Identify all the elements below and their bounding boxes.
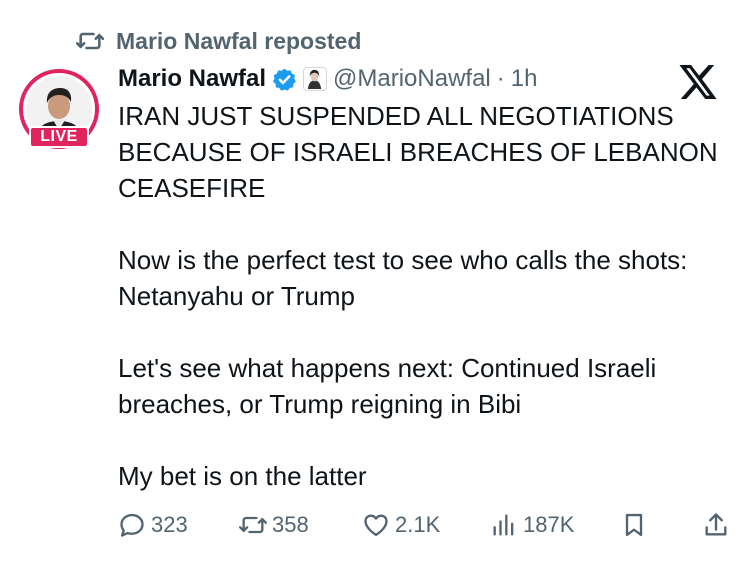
avatar[interactable]: LIVE [19,69,99,149]
share-icon [705,513,727,536]
repost-icon [76,32,104,50]
tweet-header: Mario Nawfal @MarioNawfal · 1h [118,62,537,96]
bookmark-button[interactable] [620,508,648,542]
share-button[interactable] [702,508,730,542]
repost-label: Mario Nawfal reposted [116,27,362,54]
live-badge: LIVE [29,126,89,148]
reply-button[interactable]: 323 [118,508,188,542]
views-count: 187K [523,512,575,537]
like-button[interactable]: 2.1K [362,508,440,542]
views-chart-icon [493,514,514,536]
timestamp[interactable]: 1h [511,65,538,93]
tweet-paragraph: Now is the perfect test to see who calls… [118,245,688,311]
tweet-paragraph: IRAN JUST SUSPENDED ALL NEGOTIATIONS BEC… [118,101,718,203]
verified-badge-icon[interactable] [272,67,297,92]
reply-count: 323 [151,512,188,537]
display-name[interactable]: Mario Nawfal [118,65,266,93]
affiliate-badge-icon[interactable] [303,67,328,91]
action-bar: 323 358 2.1K 187K [118,508,730,542]
x-logo-icon [679,65,717,99]
bookmark-icon [625,513,643,537]
tweet-paragraph: Let's see what happens next: Continued I… [118,353,657,419]
tweet-text: IRAN JUST SUSPENDED ALL NEGOTIATIONS BEC… [118,98,738,494]
heart-icon [364,514,388,537]
handle[interactable]: @MarioNawfal [333,65,491,93]
like-count: 2.1K [395,512,441,537]
separator: · [496,65,505,92]
tweet-paragraph: My bet is on the latter [118,461,367,491]
views-button[interactable]: 187K [490,508,574,542]
repost-icon [239,516,267,534]
repost-indicator[interactable]: Mario Nawfal reposted [76,26,361,56]
reply-icon [120,513,144,537]
repost-count: 358 [272,512,309,537]
repost-button[interactable]: 358 [239,508,309,542]
